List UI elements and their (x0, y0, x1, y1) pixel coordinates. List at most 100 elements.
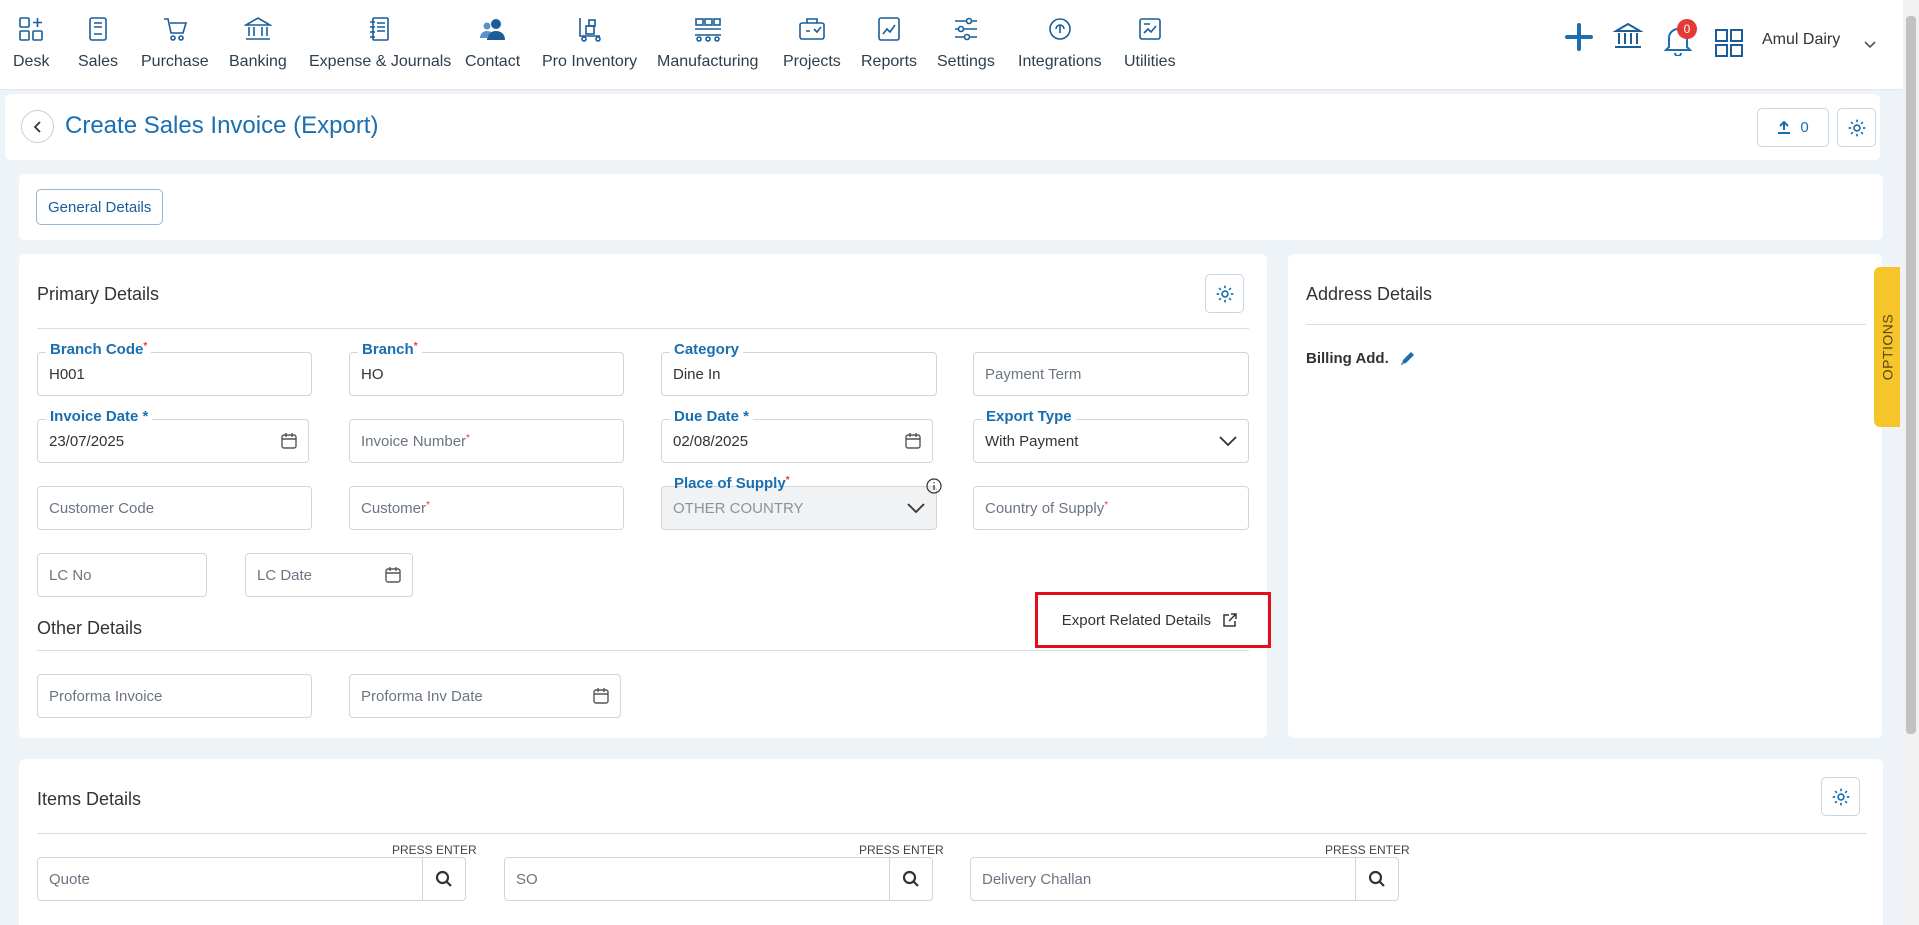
field-placeholder: Proforma Inv Date (361, 688, 483, 705)
quote-search-field[interactable]: Quote (37, 857, 466, 901)
calendar-icon[interactable] (280, 432, 298, 454)
bank-icon (1612, 22, 1644, 48)
place-of-supply-select[interactable]: Place of Supply* OTHER COUNTRY (661, 475, 937, 530)
field-value: Dine In (673, 366, 721, 383)
field-placeholder: Quote (49, 871, 90, 888)
nav-label: Utilities (1124, 53, 1176, 70)
field-value: HO (361, 366, 384, 383)
upload-icon (1778, 120, 1791, 134)
divider (1306, 324, 1866, 325)
field-label: Due Date * (670, 408, 754, 425)
nav-label: Settings (937, 53, 995, 70)
add-new-button[interactable] (1564, 22, 1594, 56)
journal-icon (365, 14, 395, 44)
field-value: 02/08/2025 (673, 433, 749, 450)
back-button[interactable] (21, 110, 54, 143)
edit-pencil-icon[interactable] (1399, 349, 1417, 371)
nav-label: Projects (783, 53, 841, 70)
field-placeholder: Proforma Invoice (49, 688, 163, 705)
field-placeholder: Delivery Challan (982, 871, 1092, 888)
category-field[interactable]: Category Dine In (661, 341, 937, 396)
nav-integrations[interactable]: Integrations (1018, 14, 1102, 71)
scrollbar-thumb[interactable] (1906, 16, 1916, 734)
country-of-supply-field[interactable]: Country of Supply* (973, 486, 1249, 530)
nav-settings[interactable]: Settings (937, 14, 995, 71)
nav-pro-inventory[interactable]: Pro Inventory (542, 14, 637, 71)
options-side-tab[interactable]: OPTIONS (1874, 267, 1900, 427)
link-label: Export Related Details (1061, 611, 1211, 629)
inventory-icon (575, 14, 605, 44)
nav-contact[interactable]: Contact (465, 14, 520, 71)
due-date-field[interactable]: Due Date * 02/08/2025 (661, 408, 933, 463)
nav-expense-journals[interactable]: Expense & Journals (309, 14, 451, 71)
nav-purchase[interactable]: Purchase (141, 14, 209, 71)
nav-banking[interactable]: Banking (229, 14, 287, 71)
nav-sales[interactable]: Sales (78, 14, 118, 71)
proforma-inv-date-field[interactable]: Proforma Inv Date (349, 674, 621, 718)
info-icon[interactable] (926, 478, 942, 498)
nav-desk[interactable]: Desk (13, 14, 49, 71)
nav-reports[interactable]: Reports (861, 14, 917, 71)
bank-icon (243, 14, 273, 44)
press-enter-hint: PRESS ENTER (859, 843, 944, 857)
lc-date-field[interactable]: LC Date (245, 553, 413, 597)
invoice-number-field[interactable]: Invoice Number* (349, 419, 624, 463)
search-button[interactable] (422, 858, 465, 900)
username[interactable]: Amul Dairy (1762, 31, 1840, 49)
branch-field[interactable]: Branch* HO (349, 341, 624, 396)
bank-quick-button[interactable] (1612, 21, 1644, 55)
primary-settings-button[interactable] (1205, 274, 1244, 313)
delivery-challan-search-field[interactable]: Delivery Challan (970, 857, 1399, 901)
section-title: Other Details (37, 618, 143, 638)
search-icon (1368, 870, 1385, 887)
nav-label: Pro Inventory (542, 53, 638, 70)
chevron-down-icon (1219, 434, 1237, 451)
calendar-icon[interactable] (904, 432, 922, 454)
nav-label: Sales (78, 53, 119, 70)
field-value: OTHER COUNTRY (673, 500, 804, 517)
field-placeholder: Customer (361, 500, 427, 517)
nav-manufacturing[interactable]: Manufacturing (657, 14, 758, 71)
settings-sliders-icon (951, 14, 981, 44)
manufacturing-icon (693, 14, 723, 44)
calendar-icon[interactable] (384, 566, 402, 588)
page-title: Create Sales Invoice (Export) (65, 112, 379, 139)
section-title: Address Details (1306, 284, 1433, 304)
tab-general-details[interactable]: General Details (36, 189, 164, 225)
app-switcher-button[interactable] (1714, 28, 1744, 62)
purchase-cart-icon (160, 14, 190, 44)
nav-label: Desk (13, 53, 50, 70)
top-navigation: Desk Sales Purchase Banking Expense & Jo… (0, 0, 1919, 90)
press-enter-hint: PRESS ENTER (1325, 843, 1410, 857)
field-value: H001 (49, 366, 85, 383)
field-placeholder: SO (516, 871, 538, 888)
so-search-field[interactable]: SO (504, 857, 933, 901)
nav-projects[interactable]: Projects (783, 14, 841, 71)
page-settings-button[interactable] (1837, 108, 1876, 147)
invoice-date-field[interactable]: Invoice Date * 23/07/2025 (37, 408, 309, 463)
chevron-down-icon[interactable] (1864, 36, 1876, 53)
address-details-card: Address Details Billing Add. (1288, 254, 1882, 738)
search-button[interactable] (889, 858, 932, 900)
upload-button[interactable]: 0 (1757, 108, 1829, 147)
calendar-icon[interactable] (592, 687, 610, 709)
export-related-details-link[interactable]: Export Related Details (1035, 592, 1271, 648)
projects-icon (797, 14, 827, 44)
external-link-icon (1223, 613, 1237, 627)
payment-term-field[interactable]: Payment Term (973, 352, 1249, 396)
lc-no-field[interactable]: LC No (37, 553, 207, 597)
search-button[interactable] (1355, 858, 1398, 900)
customer-field[interactable]: Customer* (349, 486, 624, 530)
export-type-select[interactable]: Export Type With Payment (973, 408, 1249, 463)
customer-code-field[interactable]: Customer Code (37, 486, 312, 530)
proforma-invoice-field[interactable]: Proforma Invoice (37, 674, 312, 718)
field-label: Branch (362, 341, 414, 358)
search-icon (902, 870, 919, 887)
field-placeholder: LC Date (257, 567, 313, 584)
nav-utilities[interactable]: Utilities (1124, 14, 1176, 71)
field-label: Category (670, 341, 744, 358)
section-title: Primary Details (37, 284, 160, 304)
chevron-left-icon (33, 120, 41, 133)
branch-code-field[interactable]: Branch Code* H001 (37, 341, 312, 396)
items-settings-button[interactable] (1821, 777, 1860, 816)
